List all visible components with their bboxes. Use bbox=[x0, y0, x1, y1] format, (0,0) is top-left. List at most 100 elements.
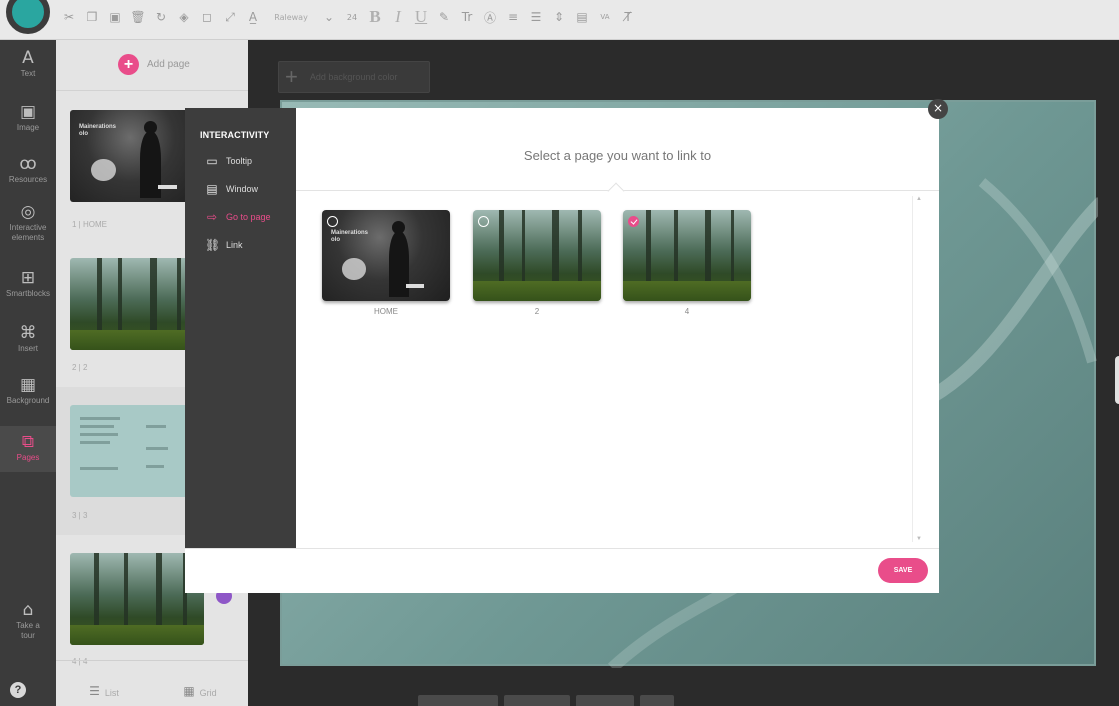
save-button[interactable]: SAVE bbox=[878, 558, 928, 583]
tour-icon: ⌂ bbox=[22, 600, 34, 620]
radio-checked[interactable] bbox=[628, 216, 639, 227]
expand-icon[interactable]: ⤢ bbox=[223, 10, 237, 24]
page-label-1: 1 | HOME bbox=[72, 220, 107, 229]
window-icon: ▤ bbox=[206, 182, 218, 196]
chevron-down-icon[interactable]: ⌄ bbox=[322, 10, 336, 24]
layer-icon[interactable]: ◈ bbox=[177, 10, 191, 24]
paragraph-icon[interactable]: ▤ bbox=[575, 10, 589, 24]
arrow-icon: ⇨ bbox=[206, 210, 218, 224]
preview-button[interactable] bbox=[418, 695, 498, 706]
option-window[interactable]: ▤ Window bbox=[205, 182, 258, 196]
side-handle[interactable] bbox=[1115, 356, 1119, 404]
thumb-title: Mainerations olo bbox=[79, 124, 117, 137]
rail-item-background[interactable]: ▦ Background bbox=[0, 375, 56, 406]
page-nav[interactable] bbox=[576, 695, 634, 706]
divider bbox=[56, 90, 248, 91]
page-thumb-1[interactable]: Mainerations olo bbox=[70, 110, 204, 202]
line-height-icon[interactable]: ⇕ bbox=[552, 10, 566, 24]
rail-item-image[interactable]: ▣ Image bbox=[0, 102, 56, 133]
clear-format-icon[interactable]: T̸ bbox=[621, 10, 635, 24]
page-option-2[interactable] bbox=[473, 210, 601, 301]
format-toolbar: ✂ ❐ ▣ 🗑 ↻ ◈ ◻ ⤢ A̲ Raleway ⌄ 24 B I U ✎ … bbox=[0, 0, 1119, 40]
scroll-down-icon[interactable]: ▼ bbox=[916, 536, 922, 542]
close-icon[interactable]: × bbox=[928, 99, 948, 119]
left-rail: A Text ▣ Image ꝏ Resources ◎ Interactive… bbox=[0, 40, 56, 706]
rail-item-smartblocks[interactable]: ⊞ Smartblocks bbox=[0, 268, 56, 299]
grid-icon: ▦ bbox=[183, 684, 195, 698]
tab-list[interactable]: ☰ List bbox=[56, 661, 152, 706]
dark-figure-image bbox=[322, 210, 450, 301]
rail-item-tour[interactable]: ⌂ Take a tour bbox=[0, 600, 56, 641]
page-option-label: 2 bbox=[534, 307, 540, 316]
scroll-up-icon[interactable]: ▲ bbox=[916, 196, 922, 202]
rotate-icon[interactable]: ↻ bbox=[154, 10, 168, 24]
page-label-2: 2 | 2 bbox=[72, 363, 88, 372]
zoom-control[interactable] bbox=[504, 695, 570, 706]
rail-item-pages[interactable]: ⧉ Pages bbox=[0, 426, 56, 472]
resources-icon: ꝏ bbox=[19, 154, 37, 174]
link-icon: ⛓ bbox=[205, 238, 221, 252]
page-option-4[interactable] bbox=[623, 210, 751, 301]
letter-spacing-button[interactable]: VA bbox=[598, 10, 612, 24]
rail-item-text[interactable]: A Text bbox=[0, 48, 56, 79]
plus-icon: + bbox=[118, 54, 139, 75]
italic-button[interactable]: I bbox=[391, 7, 405, 26]
add-page-button[interactable]: + Add page bbox=[118, 54, 190, 75]
pages-icon: ⧉ bbox=[21, 432, 35, 452]
interactivity-heading: INTERACTIVITY bbox=[200, 130, 270, 140]
view-toggle[interactable] bbox=[640, 695, 674, 706]
font-family-select[interactable]: Raleway bbox=[269, 10, 313, 24]
text-size-button[interactable]: Tr bbox=[460, 10, 474, 24]
list-icon[interactable]: ☰ bbox=[529, 10, 543, 24]
cut-icon[interactable]: ✂ bbox=[62, 10, 76, 24]
tab-grid[interactable]: ▦ Grid bbox=[152, 661, 248, 706]
paste-icon[interactable]: ▣ bbox=[108, 10, 122, 24]
dialog-scrollbar[interactable]: ▲ ▼ bbox=[912, 196, 922, 542]
interactive-icon: ◎ bbox=[20, 202, 36, 222]
rail-item-insert[interactable]: ⌘ Insert bbox=[0, 323, 56, 354]
app-logo bbox=[6, 0, 50, 34]
page-thumb-3[interactable] bbox=[70, 405, 204, 497]
frame-icon[interactable]: ◻ bbox=[200, 10, 214, 24]
underline-button[interactable]: U bbox=[414, 7, 428, 26]
align-icon[interactable]: ≡ bbox=[506, 10, 520, 24]
bold-button[interactable]: B bbox=[368, 7, 382, 26]
interactivity-sidebar: INTERACTIVITY ▭ Tooltip ▤ Window ⇨ Go to… bbox=[185, 108, 296, 548]
page-option-label: HOME bbox=[374, 307, 398, 316]
option-go-to-page[interactable]: ⇨ Go to page bbox=[205, 210, 271, 224]
copy-icon[interactable]: ❐ bbox=[85, 10, 99, 24]
text-effect-icon[interactable]: Ⓐ bbox=[483, 10, 497, 25]
page-thumb-2[interactable] bbox=[70, 258, 204, 350]
option-tooltip[interactable]: ▭ Tooltip bbox=[205, 154, 252, 168]
add-background-button[interactable]: + Add background color bbox=[278, 61, 430, 93]
radio-unchecked[interactable] bbox=[327, 216, 338, 227]
pointer-notch bbox=[607, 182, 625, 200]
radio-unchecked[interactable] bbox=[478, 216, 489, 227]
bottom-controls bbox=[418, 695, 674, 706]
highlight-icon[interactable]: ✎ bbox=[437, 10, 451, 24]
link-page-dialog: Select a page you want to link to Mainer… bbox=[296, 108, 939, 548]
delete-icon[interactable]: 🗑 bbox=[130, 10, 145, 24]
page-thumb-4[interactable] bbox=[70, 553, 204, 645]
background-icon: ▦ bbox=[19, 375, 37, 395]
rail-item-resources[interactable]: ꝏ Resources bbox=[0, 154, 56, 185]
list-icon: ☰ bbox=[89, 684, 100, 698]
text-icon: A bbox=[22, 48, 34, 68]
font-size-select[interactable]: 24 bbox=[345, 10, 359, 24]
insert-icon: ⌘ bbox=[19, 323, 37, 343]
option-link[interactable]: ⛓ Link bbox=[205, 238, 243, 252]
help-button[interactable]: ? bbox=[10, 682, 26, 698]
editor-app: ✂ ❐ ▣ 🗑 ↻ ◈ ◻ ⤢ A̲ Raleway ⌄ 24 B I U ✎ … bbox=[0, 0, 1119, 706]
dialog-title: Select a page you want to link to bbox=[523, 148, 712, 163]
rail-item-interactive[interactable]: ◎ Interactive elements bbox=[0, 202, 56, 243]
image-icon: ▣ bbox=[19, 102, 37, 122]
dialog-footer: SAVE bbox=[185, 548, 939, 593]
plus-icon: + bbox=[285, 64, 298, 89]
view-tabs: ☰ List ▦ Grid bbox=[56, 660, 248, 706]
page-label-3: 3 | 3 bbox=[72, 511, 88, 520]
page-option-home[interactable]: Mainerations olo bbox=[322, 210, 450, 301]
page-option-label: 4 bbox=[684, 307, 690, 316]
font-color-icon[interactable]: A̲ bbox=[246, 10, 260, 24]
toolbar-icons: ✂ ❐ ▣ 🗑 ↻ ◈ ◻ ⤢ A̲ Raleway ⌄ 24 B I U ✎ … bbox=[62, 7, 635, 26]
smartblocks-icon: ⊞ bbox=[20, 268, 36, 288]
